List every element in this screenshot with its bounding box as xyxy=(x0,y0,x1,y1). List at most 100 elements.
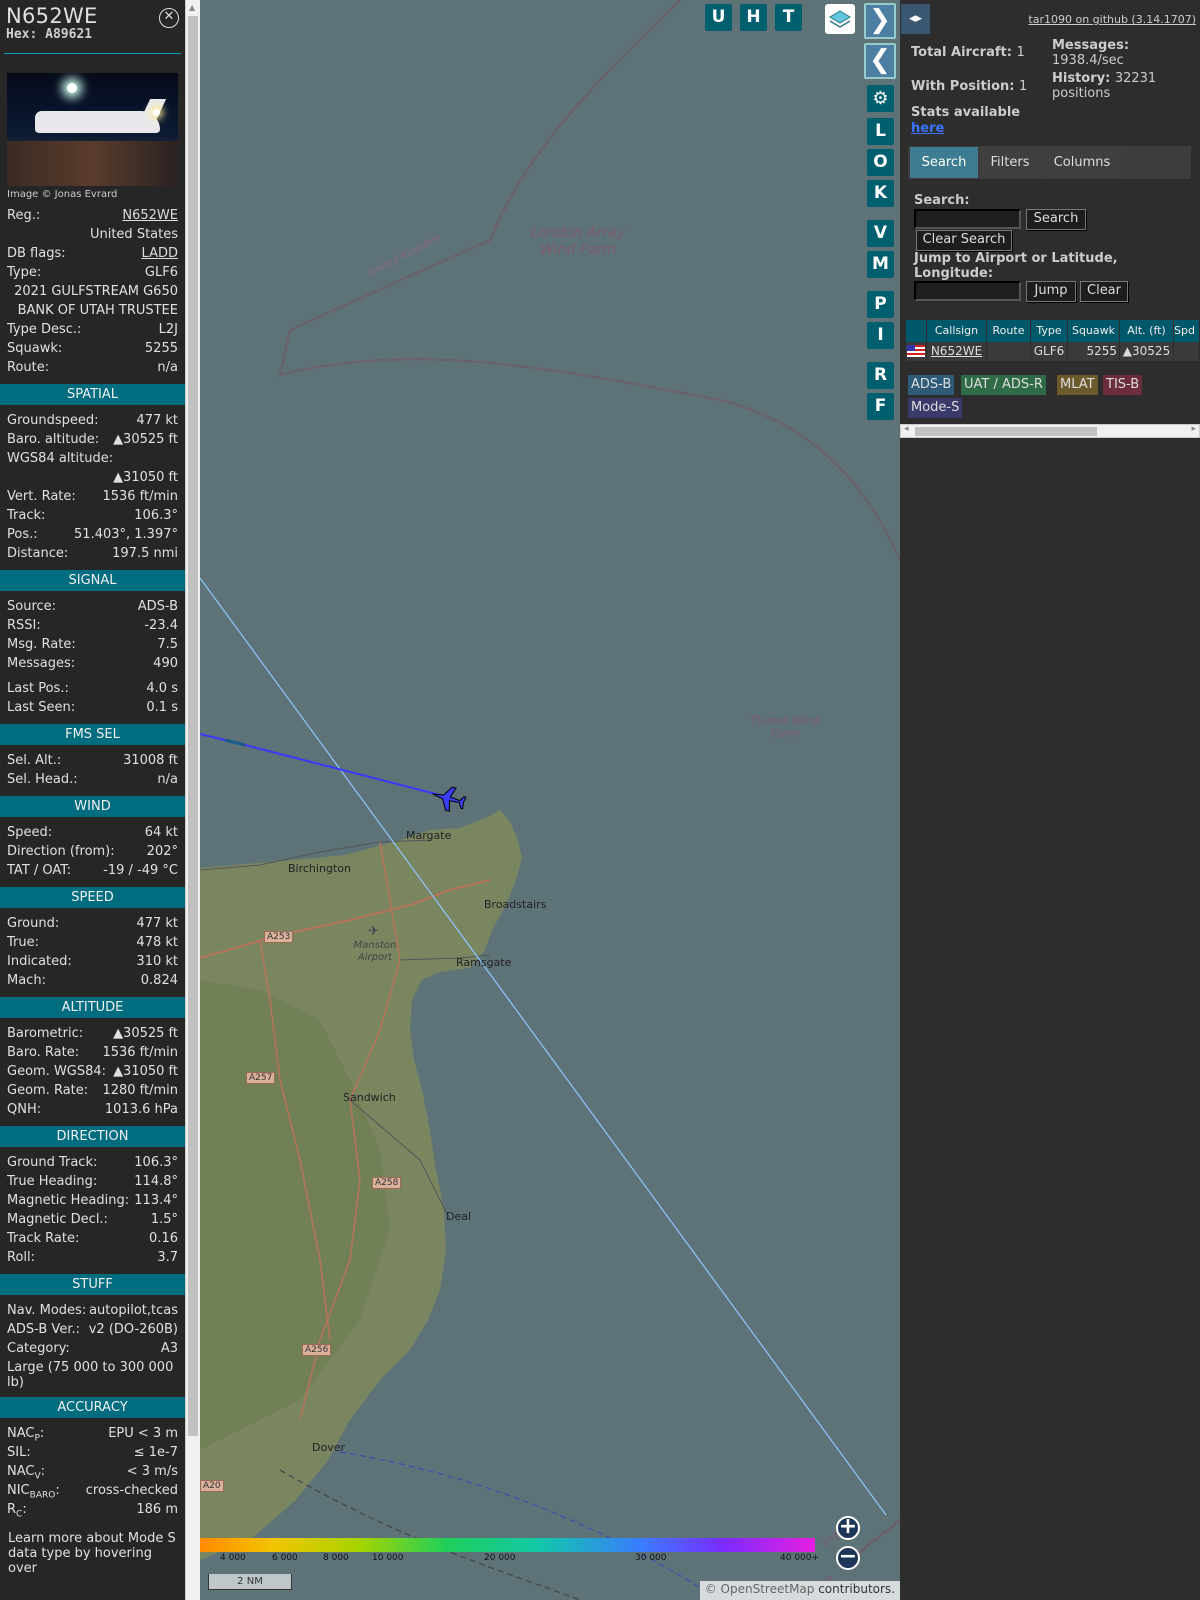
jump-label: Jump to Airport or Latitude, Longitude: xyxy=(914,251,1118,281)
stats-link[interactable]: here xyxy=(911,121,944,136)
true-speed-row: True: 478 kt xyxy=(0,933,185,952)
zoom-in-button[interactable]: + xyxy=(836,1516,860,1540)
wind-speed-value: 64 kt xyxy=(144,825,178,840)
section-spatial: SPATIAL xyxy=(0,384,185,405)
rc-row[interactable]: RC: 186 m xyxy=(0,1500,185,1520)
tab-columns[interactable]: Columns xyxy=(1042,147,1122,178)
jump-input[interactable] xyxy=(914,281,1021,301)
reg-link[interactable]: N652WE xyxy=(122,206,178,225)
settings-gear-icon[interactable]: ⚙ xyxy=(867,85,894,112)
col-type[interactable]: Type xyxy=(1031,320,1068,342)
wind-speed-row: Speed: 64 kt xyxy=(0,823,185,842)
nacv-value: < 3 m/s xyxy=(126,1464,178,1479)
category-label: Category: xyxy=(7,1341,70,1356)
selalt-value: 31008 ft xyxy=(123,753,178,768)
map-button-l[interactable]: L xyxy=(867,118,894,145)
osm-attribution-link[interactable]: © OpenStreetMap xyxy=(705,1582,815,1596)
true-heading-row: True Heading: 114.8° xyxy=(0,1172,185,1191)
baro-alt-row: Baro. altitude: ▲30525 ft xyxy=(0,430,185,449)
toggle-sidebar-icon[interactable]: ◂▸ xyxy=(901,4,930,34)
sil-row[interactable]: SIL: ≤ 1e-7 xyxy=(0,1443,185,1462)
map-button-i[interactable]: I xyxy=(867,322,894,349)
map-button-p[interactable]: P xyxy=(867,291,894,318)
collapse-left-button[interactable]: ❮ xyxy=(864,43,896,79)
map-button-o[interactable]: O xyxy=(867,149,894,176)
clear-search-button[interactable]: Clear Search xyxy=(916,230,1012,251)
map-button-u[interactable]: U xyxy=(705,4,732,31)
dbflags-link[interactable]: LADD xyxy=(142,244,178,263)
map-button-r[interactable]: R xyxy=(867,362,894,389)
row-callsign[interactable]: N652WE xyxy=(927,342,987,361)
qnh-value: 1013.6 hPa xyxy=(104,1102,178,1117)
squawk-row: Squawk: 5255 xyxy=(0,339,185,358)
with-position: With Position: 1 xyxy=(911,79,1028,94)
layers-button[interactable] xyxy=(825,4,855,34)
label-sandwich: Sandwich xyxy=(343,1091,396,1104)
expand-right-button[interactable]: ❯ xyxy=(864,3,896,39)
scroll-up-icon[interactable]: ▲ xyxy=(189,3,195,12)
label-dover: Dover xyxy=(312,1441,345,1454)
map-attribution: © OpenStreetMap contributors. xyxy=(699,1581,900,1600)
roll-row: Roll: 3.7 xyxy=(0,1248,185,1267)
nacp-label: NACP: xyxy=(7,1426,45,1444)
col-callsign[interactable]: Callsign xyxy=(927,320,987,342)
search-button[interactable]: Search xyxy=(1026,209,1086,230)
aircraft-owner: BANK OF UTAH TRUSTEE xyxy=(17,303,178,318)
close-icon[interactable]: ✕ xyxy=(159,8,179,28)
search-input[interactable] xyxy=(914,209,1021,229)
section-stuff: STUFF xyxy=(0,1274,185,1295)
github-link[interactable]: tar1090 on github (3.14.1707) xyxy=(1028,13,1196,26)
lastseen-row: Last Seen: 0.1 s xyxy=(0,698,185,717)
us-flag-icon xyxy=(906,342,927,361)
map-button-h[interactable]: H xyxy=(740,4,767,31)
jump-button[interactable]: Jump xyxy=(1026,281,1076,302)
tab-filters[interactable]: Filters xyxy=(980,147,1040,178)
col-route[interactable]: Route xyxy=(987,320,1031,342)
scroll-right-icon[interactable]: ▸ xyxy=(1191,424,1196,434)
scroll-left-icon[interactable]: ◂ xyxy=(904,424,909,434)
true-speed-value: 478 kt xyxy=(136,935,178,950)
map-button-v[interactable]: V xyxy=(867,220,894,247)
nacp-row[interactable]: NACP: EPU < 3 m xyxy=(0,1424,185,1444)
aircraft-photo[interactable] xyxy=(7,73,178,186)
col-squawk[interactable]: Squawk xyxy=(1068,320,1120,342)
section-signal: SIGNAL xyxy=(0,570,185,591)
table-row[interactable]: N652WE GLF6 5255 ▲30525 xyxy=(906,342,1200,361)
map-button-t[interactable]: T xyxy=(775,4,802,31)
selalt-row: Sel. Alt.: 31008 ft xyxy=(0,751,185,770)
col-spd[interactable]: Spd xyxy=(1174,320,1200,342)
tab-bar: Search Filters Columns xyxy=(908,146,1191,179)
map-button-m[interactable]: M xyxy=(867,251,894,278)
wind-dir-value: 202° xyxy=(146,844,178,859)
messages-row: Messages: 490 xyxy=(0,654,185,673)
col-flag[interactable] xyxy=(906,320,927,342)
road-a253: A253 xyxy=(264,931,294,943)
hscroll-thumb[interactable] xyxy=(915,427,1097,436)
pos-row: Pos.: 51.403°, 1.397° xyxy=(0,525,185,544)
map-button-f[interactable]: F xyxy=(867,393,894,420)
nacv-row[interactable]: NACV: < 3 m/s xyxy=(0,1462,185,1482)
typedesc-row: Type Desc.: L2J xyxy=(0,320,185,339)
info-header: N652WE Hex: A89621 ✕ xyxy=(4,0,181,54)
clear-button[interactable]: Clear xyxy=(1080,281,1128,302)
map-button-k[interactable]: K xyxy=(867,180,894,207)
info-panel-scrollbar[interactable]: ▲ xyxy=(185,0,200,1600)
track-rate-value: 0.16 xyxy=(149,1231,178,1246)
reg-row: Reg.: N652WE xyxy=(0,206,185,225)
alt-tick-20000: 20 000 xyxy=(484,1553,516,1563)
zoom-out-button[interactable]: − xyxy=(836,1546,860,1570)
section-direction: DIRECTION xyxy=(0,1126,185,1147)
nicbaro-row[interactable]: NICBARO: cross-checked xyxy=(0,1481,185,1501)
col-alt[interactable]: Alt. (ft) xyxy=(1120,320,1174,342)
wind-speed-label: Speed: xyxy=(7,825,53,840)
barometric-label: Barometric: xyxy=(7,1026,84,1041)
scrollbar-thumb[interactable] xyxy=(188,16,198,1436)
wind-dir-row: Direction (from): 202° xyxy=(0,842,185,861)
table-horizontal-scrollbar[interactable]: ◂ ▸ xyxy=(900,424,1200,438)
map-view[interactable]: ✈ United Kingdom London Array Wind Farm … xyxy=(200,0,900,1600)
route-value: n/a xyxy=(157,360,178,375)
label-broadstairs: Broadstairs xyxy=(484,898,547,911)
tab-search[interactable]: Search xyxy=(910,147,978,178)
altitude-color-bar xyxy=(200,1538,815,1552)
section-altitude: ALTITUDE xyxy=(0,997,185,1018)
